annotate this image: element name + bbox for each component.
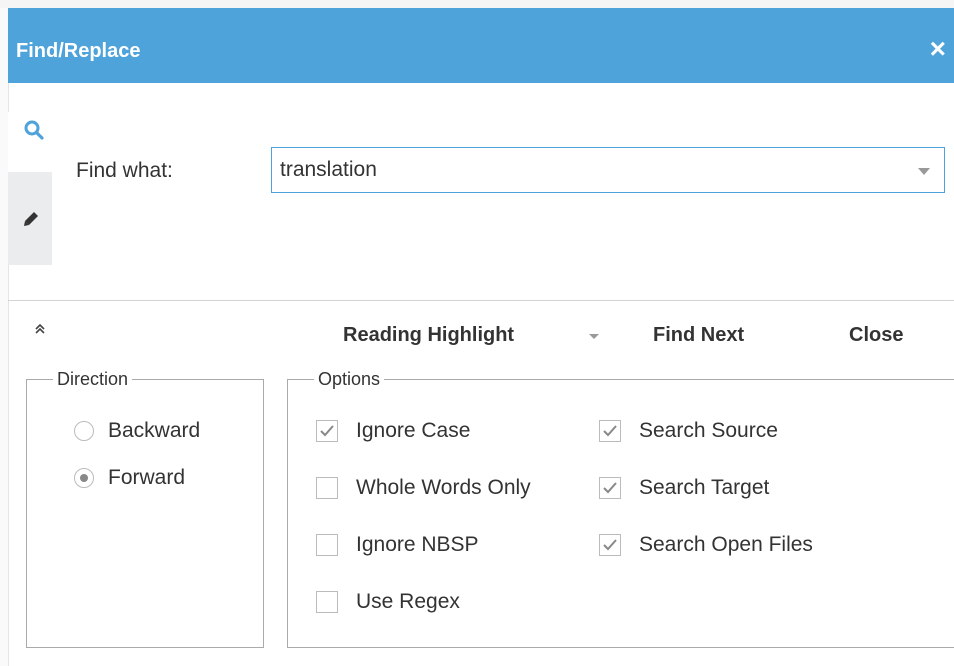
checkbox[interactable] xyxy=(316,420,338,442)
check-icon xyxy=(603,482,617,494)
radio-circle[interactable] xyxy=(74,421,94,441)
close-button[interactable]: Close xyxy=(849,324,903,347)
title-bar: Find/Replace × xyxy=(8,8,954,83)
checkbox-label: Use Regex xyxy=(356,590,460,613)
checkbox-label: Search Source xyxy=(639,419,778,442)
checkbox[interactable] xyxy=(599,534,621,556)
find-input-value: translation xyxy=(280,158,377,181)
radio-backward[interactable]: Backward xyxy=(74,419,200,443)
radio-circle-selected[interactable] xyxy=(74,468,94,488)
radio-forward-label: Forward xyxy=(108,466,186,489)
check-icon xyxy=(603,539,617,551)
checkbox-label: Search Target xyxy=(639,476,770,499)
find-replace-dialog: Find/Replace × Find what: translation Re… xyxy=(0,0,954,666)
checkbox-label: Search Open Files xyxy=(639,533,813,556)
checkbox[interactable] xyxy=(316,477,338,499)
close-icon[interactable]: × xyxy=(930,35,946,63)
tab-find[interactable] xyxy=(8,112,52,172)
dialog-title: Find/Replace xyxy=(16,40,141,62)
checkbox-label: Ignore NBSP xyxy=(356,533,479,556)
radio-backward-label: Backward xyxy=(108,419,201,442)
reading-highlight-dropdown-icon[interactable] xyxy=(589,334,599,339)
checkbox-ignore-case[interactable]: Ignore Case xyxy=(316,419,470,443)
checkbox-search-open-files[interactable]: Search Open Files xyxy=(599,533,813,557)
divider xyxy=(8,300,954,301)
reading-highlight-button[interactable]: Reading Highlight xyxy=(343,324,514,347)
top-gap xyxy=(0,0,954,8)
options-legend: Options xyxy=(318,369,381,389)
left-edge xyxy=(0,8,9,666)
find-next-button[interactable]: Find Next xyxy=(653,324,744,347)
direction-group: Direction xyxy=(26,369,264,648)
checkbox-use-regex[interactable]: Use Regex xyxy=(316,590,460,614)
find-what-label: Find what: xyxy=(76,159,173,182)
checkbox[interactable] xyxy=(316,591,338,613)
checkbox-whole-words-only[interactable]: Whole Words Only xyxy=(316,476,531,500)
checkbox-search-target[interactable]: Search Target xyxy=(599,476,769,500)
checkbox-search-source[interactable]: Search Source xyxy=(599,419,778,443)
tab-replace[interactable] xyxy=(8,172,52,265)
direction-legend: Direction xyxy=(57,369,129,389)
search-icon xyxy=(24,120,44,140)
checkbox-label: Whole Words Only xyxy=(356,476,531,499)
pencil-icon xyxy=(24,212,38,226)
checkbox-label: Ignore Case xyxy=(356,419,471,442)
radio-forward[interactable]: Forward xyxy=(74,466,185,490)
check-icon xyxy=(603,425,617,437)
checkbox[interactable] xyxy=(316,534,338,556)
collapse-up-icon[interactable] xyxy=(33,322,47,336)
checkbox[interactable] xyxy=(599,477,621,499)
check-icon xyxy=(320,425,334,437)
checkbox-ignore-nbsp[interactable]: Ignore NBSP xyxy=(316,533,479,557)
checkbox[interactable] xyxy=(599,420,621,442)
chevron-down-icon[interactable] xyxy=(918,168,930,175)
find-input[interactable]: translation xyxy=(271,147,945,193)
